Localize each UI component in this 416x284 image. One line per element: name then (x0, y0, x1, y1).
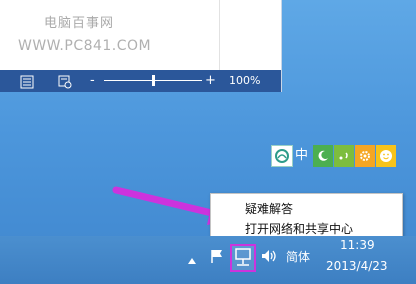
gear-icon[interactable] (355, 145, 375, 167)
clock-time[interactable]: 11:39 (340, 238, 375, 252)
moon-icon[interactable] (313, 145, 333, 167)
document-page[interactable]: 电脑百事网 WWW.PC841.COM (0, 0, 281, 70)
status-bar: - + 100% (0, 70, 281, 92)
menu-item-network-sharing-center[interactable]: 打开网络和共享中心 (245, 221, 353, 237)
menu-item-troubleshoot[interactable]: 疑难解答 (245, 201, 293, 217)
ime-toolbar: 中 (271, 145, 402, 169)
action-center-flag-icon[interactable] (209, 248, 225, 268)
volume-icon[interactable] (260, 248, 278, 268)
ime-logo-icon[interactable] (271, 145, 293, 167)
page-edge-line (219, 0, 220, 70)
taskbar: 简体 11:39 2013/4/23 (0, 236, 416, 284)
clock-date[interactable]: 2013/4/23 (326, 258, 388, 274)
input-mode-indicator[interactable]: 简体 (286, 249, 310, 265)
show-hidden-icons-icon[interactable] (187, 251, 197, 270)
document-window: 电脑百事网 WWW.PC841.COM - + 100% (0, 0, 282, 92)
zoom-out-button[interactable]: - (90, 72, 95, 90)
network-icon[interactable] (230, 244, 256, 272)
zoom-slider-thumb[interactable] (152, 75, 155, 86)
web-layout-icon[interactable] (58, 74, 72, 89)
punctuation-icon[interactable] (334, 145, 354, 167)
watermark-url: WWW.PC841.COM (18, 38, 152, 54)
zoom-in-button[interactable]: + (205, 72, 216, 90)
read-mode-icon[interactable] (20, 74, 34, 89)
watermark-title: 电脑百事网 (44, 16, 115, 31)
smile-icon[interactable] (376, 145, 396, 167)
zoom-percentage[interactable]: 100% (229, 74, 260, 88)
ime-language-toggle[interactable]: 中 (295, 147, 308, 165)
